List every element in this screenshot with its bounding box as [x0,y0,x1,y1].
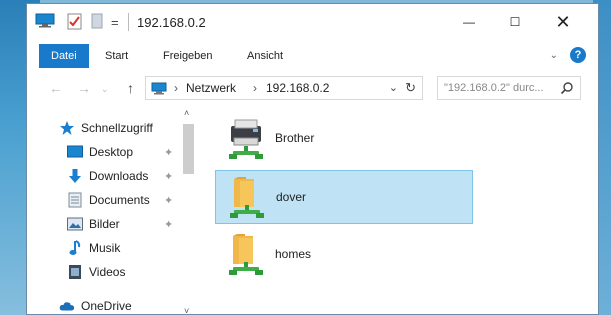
desktop-folder-icon [67,144,83,160]
item-label: Brother [275,131,315,145]
forward-arrow-icon[interactable]: → [77,80,91,96]
breadcrumb-separator[interactable]: › [174,81,178,95]
pin-icon: ✦ [164,171,174,183]
nav-item-bilder[interactable]: Bilder [67,214,120,234]
star-icon [59,120,75,136]
nav-item-label: Documents [89,193,150,207]
title-separator [128,13,129,31]
breadcrumb-ip[interactable]: 192.168.0.2 [266,81,329,95]
item-label: homes [275,247,312,261]
new-folder-icon[interactable] [91,13,103,29]
help-icon[interactable]: ? [570,47,586,63]
close-button[interactable]: ✕ [540,4,586,40]
network-item-homes[interactable]: homes [215,228,473,282]
item-label: dover [276,190,307,204]
breadcrumb-separator[interactable]: › [253,81,257,95]
nav-item-videos[interactable]: Videos [67,262,125,282]
nav-item-downloads[interactable]: Downloads [67,166,148,186]
nav-item-label: Desktop [89,145,134,159]
expand-ribbon-chevron-icon[interactable]: ⌄ [550,50,558,61]
documents-icon [67,192,83,208]
navigation-bar: ← → ⌄ ↑ › Netzwerk › 192.168.0.2 ⌄ ↻ "19… [27,68,598,108]
nav-item-desktop[interactable]: Desktop [67,142,133,162]
nav-item-label: Musik [89,241,121,255]
pin-icon: ✦ [164,195,174,207]
pin-icon: ✦ [164,147,174,159]
scroll-down-arrow-icon[interactable]: ˅ [184,306,189,314]
recent-locations-chevron-icon[interactable]: ⌄ [101,84,109,95]
computer-icon[interactable] [35,13,55,27]
videos-icon [67,264,83,280]
search-icon [560,81,574,95]
network-share-folder-icon [224,175,270,221]
tab-freigeben[interactable]: Freigeben [151,44,225,68]
pin-icon: ✦ [164,219,174,231]
properties-icon[interactable] [67,13,82,30]
nav-item-documents[interactable]: Documents [67,190,150,210]
address-history-chevron-icon[interactable]: ⌄ [389,81,398,94]
nav-item-label: Schnellzugriff [81,121,153,135]
network-printer-icon [223,116,269,162]
nav-item-schnellzugriff[interactable]: Schnellzugriff [59,118,153,138]
scroll-up-arrow-icon[interactable]: ˄ [184,108,189,118]
nav-pane-scrollbar[interactable]: ˄ ˅ [182,108,195,314]
ribbon-tabs: Datei Start Freigeben Ansicht ⌄ ? [27,40,598,69]
pictures-icon [67,216,83,232]
nav-item-onedrive[interactable]: OneDrive [59,296,132,314]
tab-start[interactable]: Start [93,44,140,68]
scrollbar-thumb[interactable] [183,124,194,174]
title-bar: = 192.168.0.2 — ☐ ✕ [27,4,598,40]
network-share-folder-icon [223,232,269,278]
search-input[interactable]: "192.168.0.2" durc... [437,76,581,100]
nav-item-label: OneDrive [81,299,132,313]
music-icon [67,240,83,256]
tab-ansicht[interactable]: Ansicht [235,44,295,68]
file-explorer-window: = 192.168.0.2 — ☐ ✕ Datei Start Freigebe… [26,3,599,315]
window-title: 192.168.0.2 [137,15,206,30]
nav-item-label: Videos [89,265,126,279]
minimize-button[interactable]: — [446,4,492,40]
network-computer-icon [151,82,167,95]
search-placeholder: "192.168.0.2" durc... [444,82,544,94]
breadcrumb-netzwerk[interactable]: Netzwerk [186,81,236,95]
file-list: Brother dover homes [197,108,598,314]
nav-item-label: Downloads [89,169,149,183]
nav-item-musik[interactable]: Musik [67,238,120,258]
nav-item-label: Bilder [89,217,120,231]
onedrive-icon [59,298,75,314]
customize-quick-access-button[interactable]: = [111,13,119,31]
network-item-dover[interactable]: dover [215,170,473,224]
address-bar[interactable]: › Netzwerk › 192.168.0.2 ⌄ ↻ [145,76,423,100]
refresh-icon[interactable]: ↻ [405,80,416,96]
download-icon [67,168,83,184]
up-arrow-icon[interactable]: ↑ [127,80,134,96]
maximize-button[interactable]: ☐ [492,4,538,40]
network-item-brother[interactable]: Brother [215,112,473,166]
back-arrow-icon[interactable]: ← [49,80,63,96]
tab-datei[interactable]: Datei [39,44,89,68]
navigation-pane: Schnellzugriff Desktop ✦ Downloads ✦ Doc… [27,108,197,314]
